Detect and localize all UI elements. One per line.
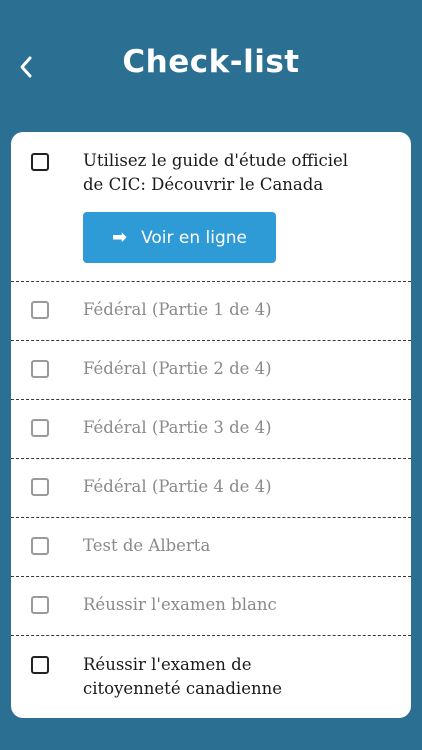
checklist-item-alberta[interactable]: Test de Alberta <box>11 517 411 576</box>
federal-1-label: Fédéral (Partie 1 de 4) <box>83 300 272 319</box>
guide-label-line1: Utilisez le guide d'étude officiel <box>83 151 349 170</box>
guide-label: Utilisez le guide d'étude officiel de CI… <box>83 149 401 197</box>
checklist-item-guide: Utilisez le guide d'étude officiel de CI… <box>11 132 411 281</box>
citizenship-exam-line2: citoyenneté canadienne <box>83 679 282 698</box>
checkbox-guide[interactable] <box>31 153 49 171</box>
alberta-label: Test de Alberta <box>83 536 211 555</box>
checkbox-federal-2[interactable] <box>31 360 49 378</box>
checklist-item-citizenship-exam[interactable]: Réussir l'examen de citoyenneté canadien… <box>11 635 411 718</box>
checklist-item-federal-4[interactable]: Fédéral (Partie 4 de 4) <box>11 458 411 517</box>
header: Check-list <box>0 0 422 132</box>
checkbox-citizenship-exam[interactable] <box>31 656 49 674</box>
guide-label-line2: de CIC: Découvrir le Canada <box>83 175 324 194</box>
checklist-card: Utilisez le guide d'étude officiel de CI… <box>11 132 411 718</box>
checklist-item-federal-2[interactable]: Fédéral (Partie 2 de 4) <box>11 340 411 399</box>
checkbox-federal-4[interactable] <box>31 478 49 496</box>
practice-exam-label: Réussir l'examen blanc <box>83 595 277 614</box>
page-title: Check-list <box>122 44 300 80</box>
federal-3-label: Fédéral (Partie 3 de 4) <box>83 418 272 437</box>
checkbox-alberta[interactable] <box>31 537 49 555</box>
citizenship-exam-line1: Réussir l'examen de <box>83 655 252 674</box>
checklist-item-federal-3[interactable]: Fédéral (Partie 3 de 4) <box>11 399 411 458</box>
checklist-item-federal-1[interactable]: Fédéral (Partie 1 de 4) <box>11 281 411 340</box>
view-online-label: Voir en ligne <box>141 227 248 248</box>
checklist-item-practice-exam[interactable]: Réussir l'examen blanc <box>11 576 411 635</box>
citizenship-exam-label: Réussir l'examen de citoyenneté canadien… <box>83 653 401 701</box>
view-online-button[interactable]: ➡ Voir en ligne <box>83 212 276 263</box>
checkbox-federal-3[interactable] <box>31 419 49 437</box>
federal-4-label: Fédéral (Partie 4 de 4) <box>83 477 272 496</box>
federal-2-label: Fédéral (Partie 2 de 4) <box>83 359 272 378</box>
arrow-right-icon: ➡ <box>111 227 128 248</box>
checkbox-practice-exam[interactable] <box>31 596 49 614</box>
checkbox-federal-1[interactable] <box>31 301 49 319</box>
